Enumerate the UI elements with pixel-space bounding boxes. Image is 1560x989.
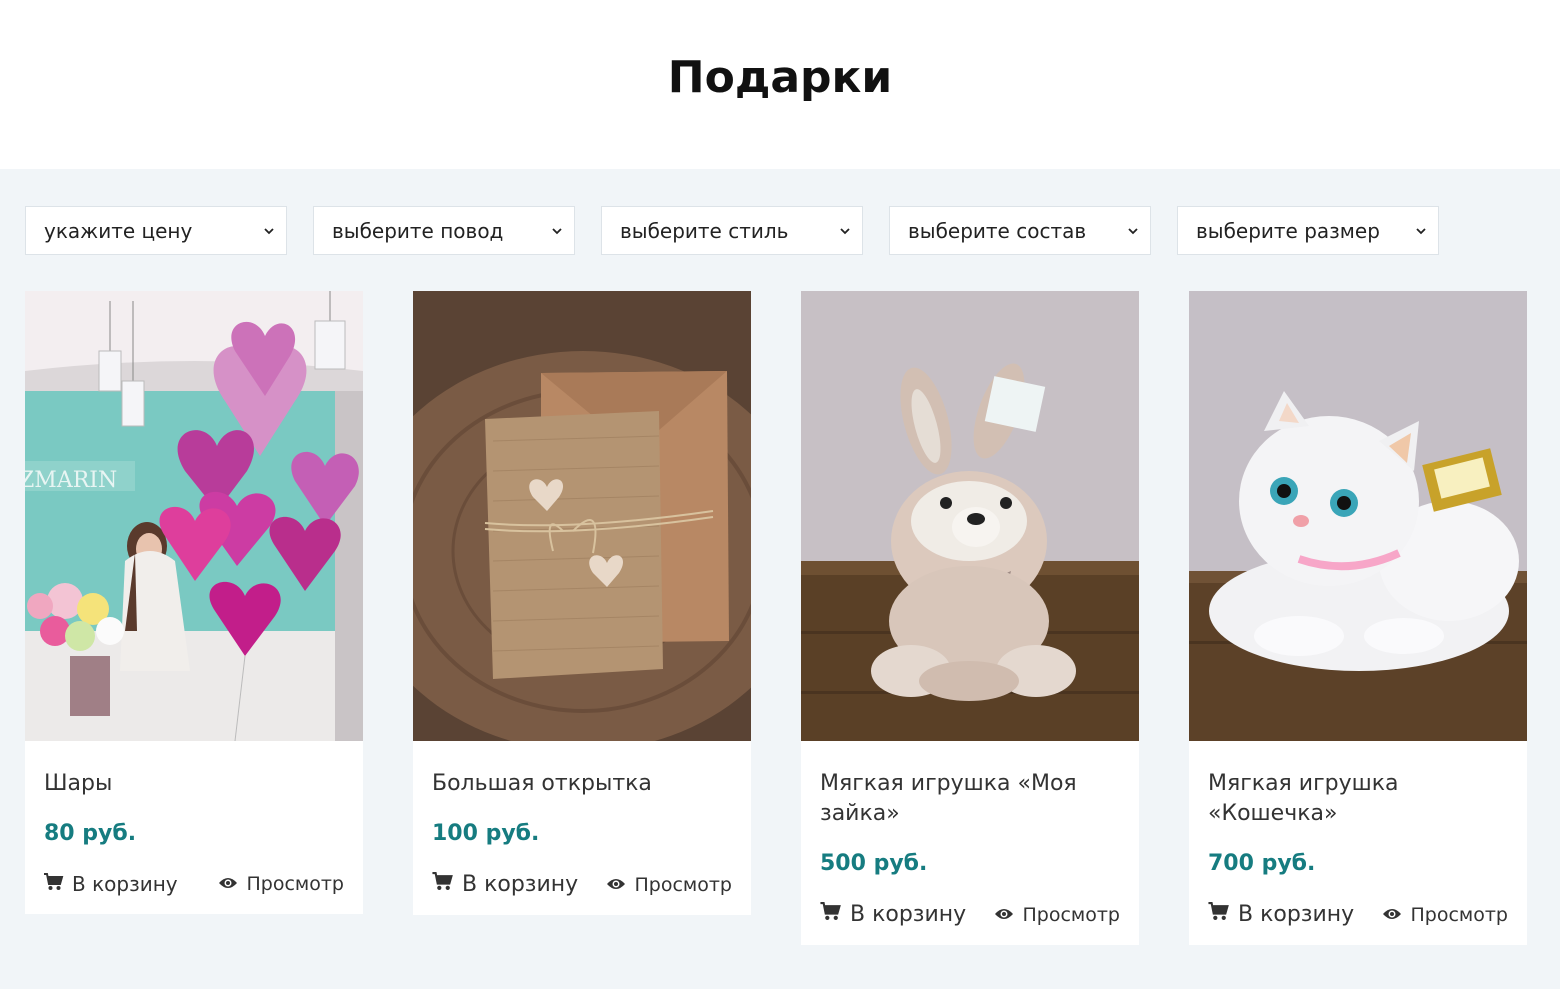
catalog-section: укажите цену выберите повод выберите сти…: [0, 169, 1560, 989]
product-card: Большая открытка 100 руб. В корзину Прос…: [413, 291, 751, 915]
price-filter-label: укажите цену: [44, 218, 193, 243]
product-image-cat[interactable]: [1189, 291, 1527, 741]
add-to-cart-label: В корзину: [850, 902, 967, 927]
filter-bar: укажите цену выберите повод выберите сти…: [25, 206, 1439, 255]
product-price: 700 руб.: [1208, 851, 1316, 876]
add-to-cart-button[interactable]: В корзину: [820, 902, 966, 927]
product-actions: В корзину Просмотр: [44, 872, 344, 896]
size-filter-label: выберите размер: [1196, 218, 1380, 243]
product-name[interactable]: Большая открытка: [432, 769, 732, 799]
product-card: Мягкая игрушка «Кошечка» 700 руб. В корз…: [1189, 291, 1527, 945]
eye-icon: [1382, 904, 1402, 926]
product-grid: ZMARIN Шары 80 руб. В корзину Просмотр Б…: [25, 291, 1527, 945]
product-actions: В корзину Просмотр: [820, 902, 1120, 927]
chevron-down-icon: [264, 226, 274, 236]
cart-icon: [432, 872, 454, 897]
quick-view-button[interactable]: Просмотр: [1382, 904, 1508, 926]
product-name[interactable]: Мягкая игрушка «Моя зайка»: [820, 769, 1120, 829]
chevron-down-icon: [840, 226, 850, 236]
size-filter-select[interactable]: выберите размер: [1177, 206, 1439, 255]
quick-view-label: Просмотр: [634, 873, 732, 896]
chevron-down-icon: [552, 226, 562, 236]
quick-view-label: Просмотр: [1410, 903, 1508, 926]
chevron-down-icon: [1416, 226, 1426, 236]
product-name[interactable]: Шары: [44, 769, 344, 799]
product-card-body: Мягкая игрушка «Моя зайка» 500 руб. В ко…: [801, 741, 1139, 945]
product-actions: В корзину Просмотр: [432, 872, 732, 897]
product-card-body: Большая открытка 100 руб. В корзину Прос…: [413, 741, 751, 915]
cart-icon: [44, 872, 64, 896]
quick-view-button[interactable]: Просмотр: [606, 874, 732, 896]
cart-icon: [1208, 902, 1230, 927]
occasion-filter-label: выберите повод: [332, 218, 504, 243]
product-image-balloons[interactable]: ZMARIN: [25, 291, 363, 741]
quick-view-button[interactable]: Просмотр: [218, 873, 344, 895]
product-price: 100 руб.: [432, 821, 540, 846]
eye-icon: [606, 874, 626, 896]
occasion-filter-select[interactable]: выберите повод: [313, 206, 575, 255]
style-filter-select[interactable]: выберите стиль: [601, 206, 863, 255]
product-image-bunny[interactable]: [801, 291, 1139, 741]
product-image-postcard[interactable]: [413, 291, 751, 741]
composition-filter-select[interactable]: выберите состав: [889, 206, 1151, 255]
product-card: ZMARIN Шары 80 руб. В корзину Просмотр: [25, 291, 363, 914]
eye-icon: [994, 904, 1014, 926]
product-price: 80 руб.: [44, 821, 137, 846]
product-card-body: Шары 80 руб. В корзину Просмотр: [25, 741, 363, 914]
product-name[interactable]: Мягкая игрушка «Кошечка»: [1208, 769, 1508, 829]
add-to-cart-button[interactable]: В корзину: [44, 872, 178, 896]
product-actions: В корзину Просмотр: [1208, 902, 1508, 927]
page-title: Подарки: [667, 52, 893, 103]
price-filter-select[interactable]: укажите цену: [25, 206, 287, 255]
wall-logo-text: ZMARIN: [25, 468, 117, 493]
cart-icon: [820, 902, 842, 927]
product-price: 500 руб.: [820, 851, 928, 876]
add-to-cart-button[interactable]: В корзину: [432, 872, 578, 897]
product-card: Мягкая игрушка «Моя зайка» 500 руб. В ко…: [801, 291, 1139, 945]
page-header: Подарки: [0, 0, 1560, 169]
add-to-cart-label: В корзину: [1238, 902, 1355, 927]
add-to-cart-button[interactable]: В корзину: [1208, 902, 1354, 927]
style-filter-label: выберите стиль: [620, 218, 789, 243]
eye-icon: [218, 873, 238, 895]
add-to-cart-label: В корзину: [462, 872, 579, 897]
composition-filter-label: выберите состав: [908, 218, 1087, 243]
chevron-down-icon: [1128, 226, 1138, 236]
quick-view-label: Просмотр: [1022, 903, 1120, 926]
quick-view-button[interactable]: Просмотр: [994, 904, 1120, 926]
product-card-body: Мягкая игрушка «Кошечка» 700 руб. В корз…: [1189, 741, 1527, 945]
add-to-cart-label: В корзину: [72, 872, 178, 896]
quick-view-label: Просмотр: [246, 873, 344, 895]
